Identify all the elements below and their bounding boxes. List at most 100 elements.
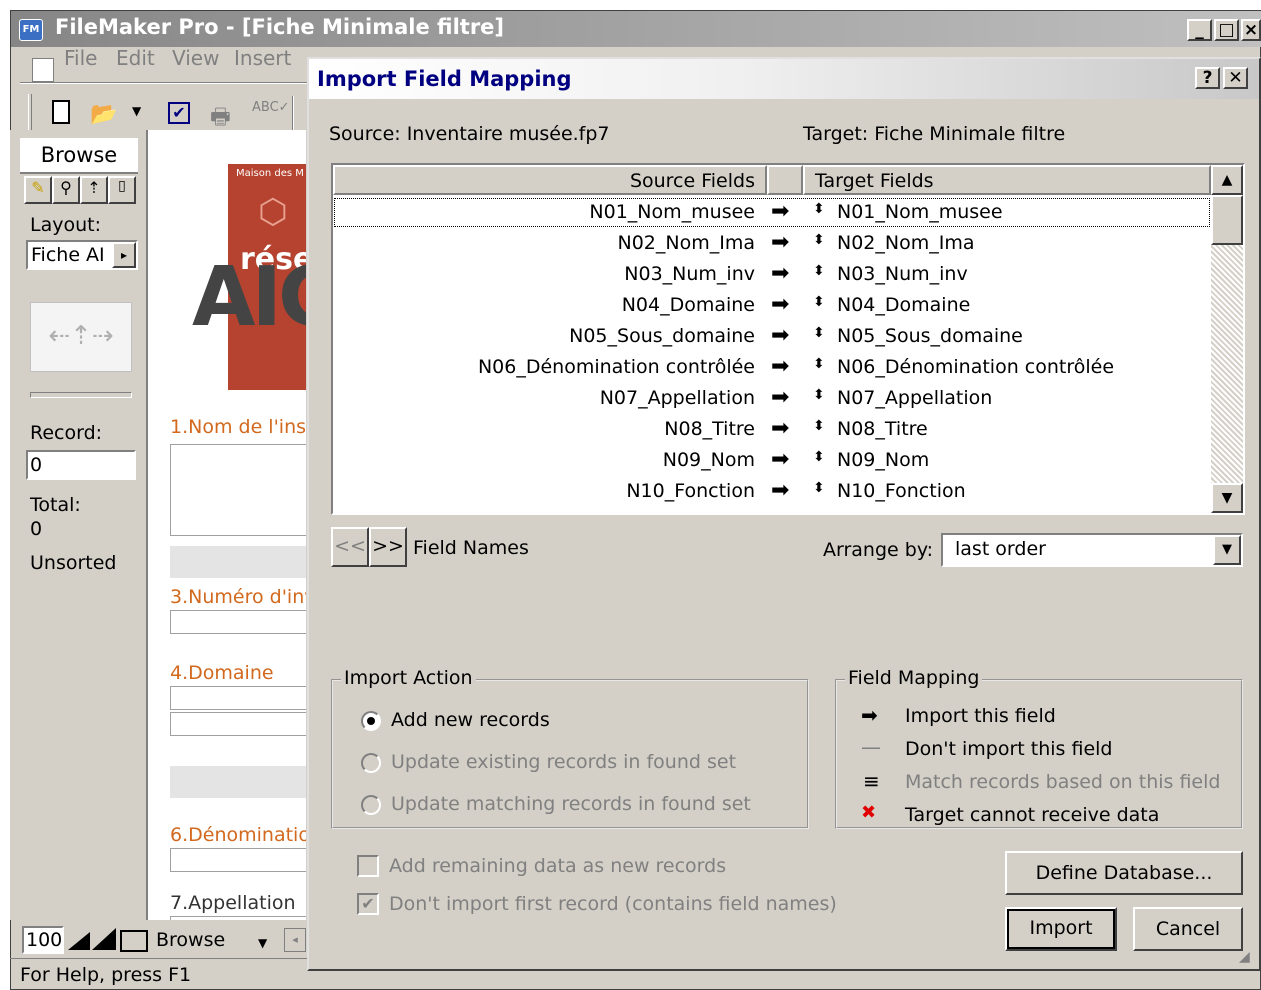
close-app-button[interactable]: ×	[1241, 19, 1261, 41]
add-new-records-label[interactable]: Add new records	[391, 709, 550, 731]
spelling-icon[interactable]: ABC✓	[252, 100, 290, 115]
reorder-handle-icon[interactable]: ⬍	[813, 325, 825, 341]
mapping-row[interactable]: N10_Fonction ➡ ⬍ N10_Fonction	[333, 476, 1211, 507]
menu-view[interactable]: View	[172, 46, 219, 70]
mode-dropdown-icon[interactable]: ▼	[258, 936, 267, 950]
reorder-handle-icon[interactable]: ⬍	[813, 356, 825, 372]
reorder-handle-icon[interactable]: ⬍	[813, 480, 825, 496]
help-button[interactable]: ?	[1195, 67, 1220, 89]
import-arrow-icon[interactable]: ➡	[771, 199, 789, 224]
doc-field-appellation[interactable]	[170, 916, 306, 920]
import-field-arrow-icon: ➡	[861, 703, 878, 727]
doc-field-nom[interactable]	[170, 444, 306, 536]
mapping-row[interactable]: N08_Titre ➡ ⬍ N08_Titre	[333, 414, 1211, 445]
layout-mode-icon[interactable]: ⇡	[80, 176, 108, 204]
mapping-row[interactable]: N01_Nom_musee ➡ ⬍ N01_Nom_musee	[333, 197, 1211, 228]
import-arrow-icon[interactable]: ➡	[771, 261, 789, 286]
zoom-out-icon[interactable]	[68, 932, 90, 950]
add-remaining-label[interactable]: Add remaining data as new records	[389, 855, 726, 877]
menu-file[interactable]: File	[64, 46, 97, 70]
field-mapping-list[interactable]: Source Fields Target Fields N01_Nom_muse…	[331, 163, 1245, 515]
record-number-field[interactable]: 0	[26, 450, 136, 480]
prev-fields-button[interactable]: <<	[331, 527, 369, 567]
menu-edit[interactable]: Edit	[116, 46, 155, 70]
update-existing-label[interactable]: Update existing records in found set	[391, 751, 736, 773]
next-fields-button[interactable]: >>	[369, 527, 407, 567]
arrange-by-select[interactable]: last order ▼	[941, 533, 1243, 567]
import-arrow-icon[interactable]: ➡	[771, 447, 789, 472]
preview-mode-icon[interactable]: ▯	[108, 176, 136, 204]
maximize-button[interactable]: □	[1214, 19, 1239, 41]
reorder-handle-icon[interactable]: ⬍	[813, 201, 825, 217]
reorder-handle-icon[interactable]: ⬍	[813, 387, 825, 403]
record-number-value: 0	[30, 454, 43, 476]
define-database-button[interactable]: Define Database...	[1005, 851, 1243, 895]
header-arrow-col[interactable]	[767, 165, 803, 195]
menu-insert[interactable]: Insert	[234, 46, 291, 70]
zoom-in-icon[interactable]	[92, 928, 116, 950]
doc-field-denomination[interactable]	[170, 848, 306, 872]
import-arrow-icon[interactable]: ➡	[771, 385, 789, 410]
dont-import-first-label[interactable]: Don't import first record (contains fiel…	[389, 893, 837, 915]
doc-field-domaine[interactable]	[170, 686, 306, 710]
scroll-thumb[interactable]	[1211, 195, 1243, 245]
layout-select[interactable]: Fiche AI ▸	[26, 240, 138, 270]
doc-field-numero[interactable]	[170, 610, 306, 634]
cancel-button[interactable]: Cancel	[1133, 907, 1243, 951]
scroll-up-button[interactable]: ▲	[1211, 165, 1243, 195]
reorder-handle-icon[interactable]: ⬍	[813, 449, 825, 465]
dialog-titlebar: Import Field Mapping ? ✕	[309, 59, 1259, 99]
layout-dropdown-icon[interactable]: ▸	[112, 242, 136, 268]
add-remaining-checkbox[interactable]	[357, 855, 379, 877]
record-book-icon[interactable]: ⇠⇡⇢	[30, 302, 132, 372]
reorder-handle-icon[interactable]: ⬍	[813, 232, 825, 248]
filemaker-app-icon: FM	[19, 19, 43, 41]
add-new-records-radio[interactable]	[361, 711, 381, 731]
mapping-row[interactable]: N02_Nom_Ima ➡ ⬍ N02_Nom_Ima	[333, 228, 1211, 259]
mapping-row[interactable]: N09_Nom ➡ ⬍ N09_Nom	[333, 445, 1211, 476]
resize-grip-icon[interactable]: ◢	[1239, 949, 1250, 965]
import-arrow-icon[interactable]: ➡	[771, 230, 789, 255]
source-field: N01_Nom_musee	[589, 201, 755, 223]
import-arrow-icon[interactable]: ➡	[771, 292, 789, 317]
list-vertical-scrollbar[interactable]: ▲ ▼	[1211, 165, 1243, 513]
update-existing-radio[interactable]	[361, 753, 381, 773]
open-folder-icon[interactable]: 📂	[90, 102, 117, 127]
status-toggle-icon[interactable]	[120, 930, 148, 952]
new-file-icon[interactable]	[52, 100, 70, 124]
mapping-row[interactable]: N05_Sous_domaine ➡ ⬍ N05_Sous_domaine	[333, 321, 1211, 352]
dialog-close-button[interactable]: ✕	[1223, 67, 1248, 89]
dont-import-first-checkbox[interactable]: ✔	[357, 893, 379, 915]
mode-select[interactable]: Browse	[156, 929, 225, 951]
target-field: N06_Dénomination contrôlée	[837, 356, 1115, 378]
open-dropdown-icon[interactable]: ▼	[132, 104, 141, 118]
mapping-row[interactable]: N04_Domaine ➡ ⬍ N04_Domaine	[333, 290, 1211, 321]
import-arrow-icon[interactable]: ➡	[771, 416, 789, 441]
reorder-handle-icon[interactable]: ⬍	[813, 294, 825, 310]
hscroll-left-button[interactable]: ◂	[284, 928, 306, 952]
header-source-fields[interactable]: Source Fields	[333, 165, 767, 195]
update-matching-label[interactable]: Update matching records in found set	[391, 793, 751, 815]
header-target-fields[interactable]: Target Fields	[803, 165, 1211, 195]
import-arrow-icon[interactable]: ➡	[771, 354, 789, 379]
import-button[interactable]: Import	[1005, 907, 1117, 951]
minimize-button[interactable]: _	[1187, 19, 1212, 41]
mapping-row[interactable]: N06_Dénomination contrôlée ➡ ⬍ N06_Dénom…	[333, 352, 1211, 383]
target-field: N08_Titre	[837, 418, 928, 440]
record-slider[interactable]	[30, 392, 132, 398]
update-matching-radio[interactable]	[361, 795, 381, 815]
doc-field-sous-domaine[interactable]	[170, 712, 306, 736]
reorder-handle-icon[interactable]: ⬍	[813, 418, 825, 434]
checkbox-tool-icon[interactable]: ✔	[168, 102, 190, 124]
mapping-row[interactable]: N03_Num_inv ➡ ⬍ N03_Num_inv	[333, 259, 1211, 290]
arrange-dropdown-icon[interactable]: ▼	[1213, 535, 1241, 565]
find-mode-icon[interactable]: ⚲	[52, 176, 80, 204]
import-arrow-icon[interactable]: ➡	[771, 323, 789, 348]
browse-mode-icon[interactable]: ✎	[24, 176, 52, 204]
mapping-row[interactable]: N07_Appellation ➡ ⬍ N07_Appellation	[333, 383, 1211, 414]
import-arrow-icon[interactable]: ➡	[771, 478, 789, 503]
reorder-handle-icon[interactable]: ⬍	[813, 263, 825, 279]
sort-status: Unsorted	[30, 552, 117, 574]
mode-label[interactable]: Browse	[20, 138, 138, 174]
scroll-down-button[interactable]: ▼	[1211, 483, 1243, 513]
